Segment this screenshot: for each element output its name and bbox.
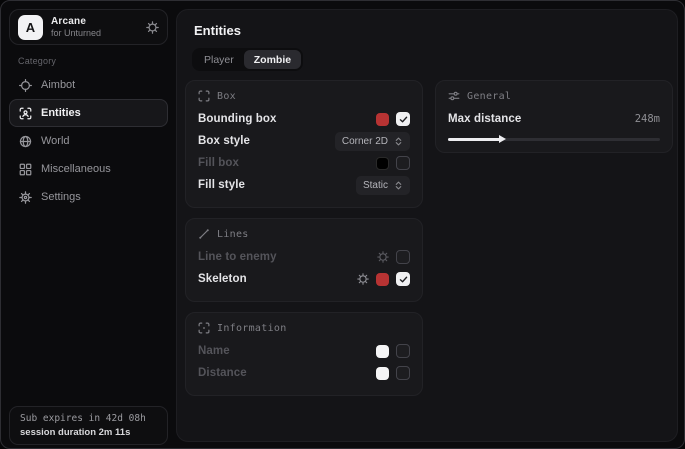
entities-scan-icon	[19, 107, 32, 120]
sub-expiry-text: Sub expires in 42d 08h	[20, 413, 157, 424]
sidebar-item-label: Settings	[41, 191, 81, 203]
app-subtitle: for Unturned	[51, 28, 146, 38]
category-label: Category	[18, 56, 56, 66]
max-distance-value: 248m	[635, 113, 660, 125]
left-column: Box Bounding box Box style	[185, 80, 423, 406]
fill-box-row: Fill box	[198, 152, 410, 174]
bounding-box-color-swatch[interactable]	[376, 113, 389, 126]
brand-text: Arcane for Unturned	[51, 16, 146, 38]
fill-style-label: Fill style	[198, 179, 356, 191]
tab-zombie[interactable]: Zombie	[244, 50, 301, 69]
brand-card: A Arcane for Unturned	[9, 9, 168, 45]
tab-player[interactable]: Player	[194, 50, 244, 69]
entity-tabs: Player Zombie	[192, 48, 303, 71]
box-style-select[interactable]: Corner 2D	[335, 132, 410, 151]
fill-style-row: Fill style Static	[198, 174, 410, 196]
lines-card-header: Lines	[198, 228, 410, 240]
gear-icon[interactable]	[146, 21, 159, 34]
sidebar-item-label: Entities	[41, 107, 81, 119]
name-color-swatch[interactable]	[376, 345, 389, 358]
fill-box-color-swatch[interactable]	[376, 157, 389, 170]
line-to-enemy-checkbox[interactable]	[396, 250, 410, 264]
sidebar-item-settings[interactable]: Settings	[9, 183, 168, 211]
lines-card-title: Lines	[217, 229, 249, 240]
app-title: Arcane	[51, 16, 146, 27]
sidebar-item-miscellaneous[interactable]: Miscellaneous	[9, 155, 168, 183]
scan-info-icon	[198, 322, 210, 334]
bounding-box-row: Bounding box	[198, 108, 410, 130]
box-card-title: Box	[217, 91, 236, 102]
bounding-box-label: Bounding box	[198, 113, 376, 125]
page-title: Entities	[194, 23, 241, 38]
distance-color-swatch[interactable]	[376, 367, 389, 380]
crosshair-icon	[19, 79, 32, 92]
main-panel: Entities Player Zombie B	[176, 9, 678, 442]
check-icon	[399, 275, 408, 284]
skeleton-color-swatch[interactable]	[376, 273, 389, 286]
general-card-title: General	[467, 91, 511, 102]
grid-icon	[19, 163, 32, 176]
globe-icon	[19, 135, 32, 148]
chevrons-up-down-icon	[394, 136, 403, 147]
box-style-label: Box style	[198, 135, 335, 147]
lines-card: Lines Line to enemy	[185, 218, 423, 302]
bounding-box-checkbox[interactable]	[396, 112, 410, 126]
distance-checkbox[interactable]	[396, 366, 410, 380]
skeleton-label: Skeleton	[198, 273, 357, 285]
sidebar-item-aimbot[interactable]: Aimbot	[9, 71, 168, 99]
max-distance-slider-thumb[interactable]	[499, 135, 506, 143]
line-to-enemy-label: Line to enemy	[198, 251, 377, 263]
sidebar-item-label: Aimbot	[41, 79, 75, 91]
sidebar-nav: Aimbot Entities	[9, 71, 168, 211]
skeleton-row: Skeleton	[198, 268, 410, 290]
max-distance-slider[interactable]	[448, 138, 660, 141]
session-duration-text: session duration 2m 11s	[20, 427, 157, 438]
fill-box-checkbox[interactable]	[396, 156, 410, 170]
name-row: Name	[198, 340, 410, 362]
line-settings-gear-icon[interactable]	[377, 251, 389, 263]
box-style-value: Corner 2D	[342, 136, 388, 147]
fill-style-value: Static	[363, 180, 388, 191]
right-column: General Max distance 248m	[435, 80, 673, 163]
information-card-header: Information	[198, 322, 410, 334]
fill-style-select[interactable]: Static	[356, 176, 410, 195]
sidebar-item-label: Miscellaneous	[41, 163, 111, 175]
name-label: Name	[198, 345, 376, 357]
skeleton-checkbox[interactable]	[396, 272, 410, 286]
sliders-icon	[448, 90, 460, 102]
gear-icon	[19, 191, 32, 204]
app-logo: A	[18, 15, 43, 40]
line-to-enemy-row: Line to enemy	[198, 246, 410, 268]
sidebar-item-label: World	[41, 135, 70, 147]
box-card: Box Bounding box Box style	[185, 80, 423, 208]
box-card-header: Box	[198, 90, 410, 102]
app-window: A Arcane for Unturned Category	[0, 0, 685, 449]
sidebar-item-world[interactable]: World	[9, 127, 168, 155]
scan-box-icon	[198, 90, 210, 102]
max-distance-row: Max distance 248m	[448, 108, 660, 130]
line-tool-icon	[198, 228, 210, 240]
distance-row: Distance	[198, 362, 410, 384]
distance-label: Distance	[198, 367, 376, 379]
skeleton-settings-gear-icon[interactable]	[357, 273, 369, 285]
sidebar-item-entities[interactable]: Entities	[9, 99, 168, 127]
general-card: General Max distance 248m	[435, 80, 673, 153]
fill-box-label: Fill box	[198, 157, 376, 169]
subscription-card: Sub expires in 42d 08h session duration …	[9, 406, 168, 445]
information-card-title: Information	[217, 323, 287, 334]
box-style-row: Box style Corner 2D	[198, 130, 410, 152]
check-icon	[399, 115, 408, 124]
name-checkbox[interactable]	[396, 344, 410, 358]
general-card-header: General	[448, 90, 660, 102]
max-distance-slider-fill	[448, 138, 501, 141]
chevrons-up-down-icon	[394, 180, 403, 191]
information-card: Information Name Distance	[185, 312, 423, 396]
max-distance-label: Max distance	[448, 113, 635, 125]
sidebar: A Arcane for Unturned Category	[1, 1, 176, 448]
